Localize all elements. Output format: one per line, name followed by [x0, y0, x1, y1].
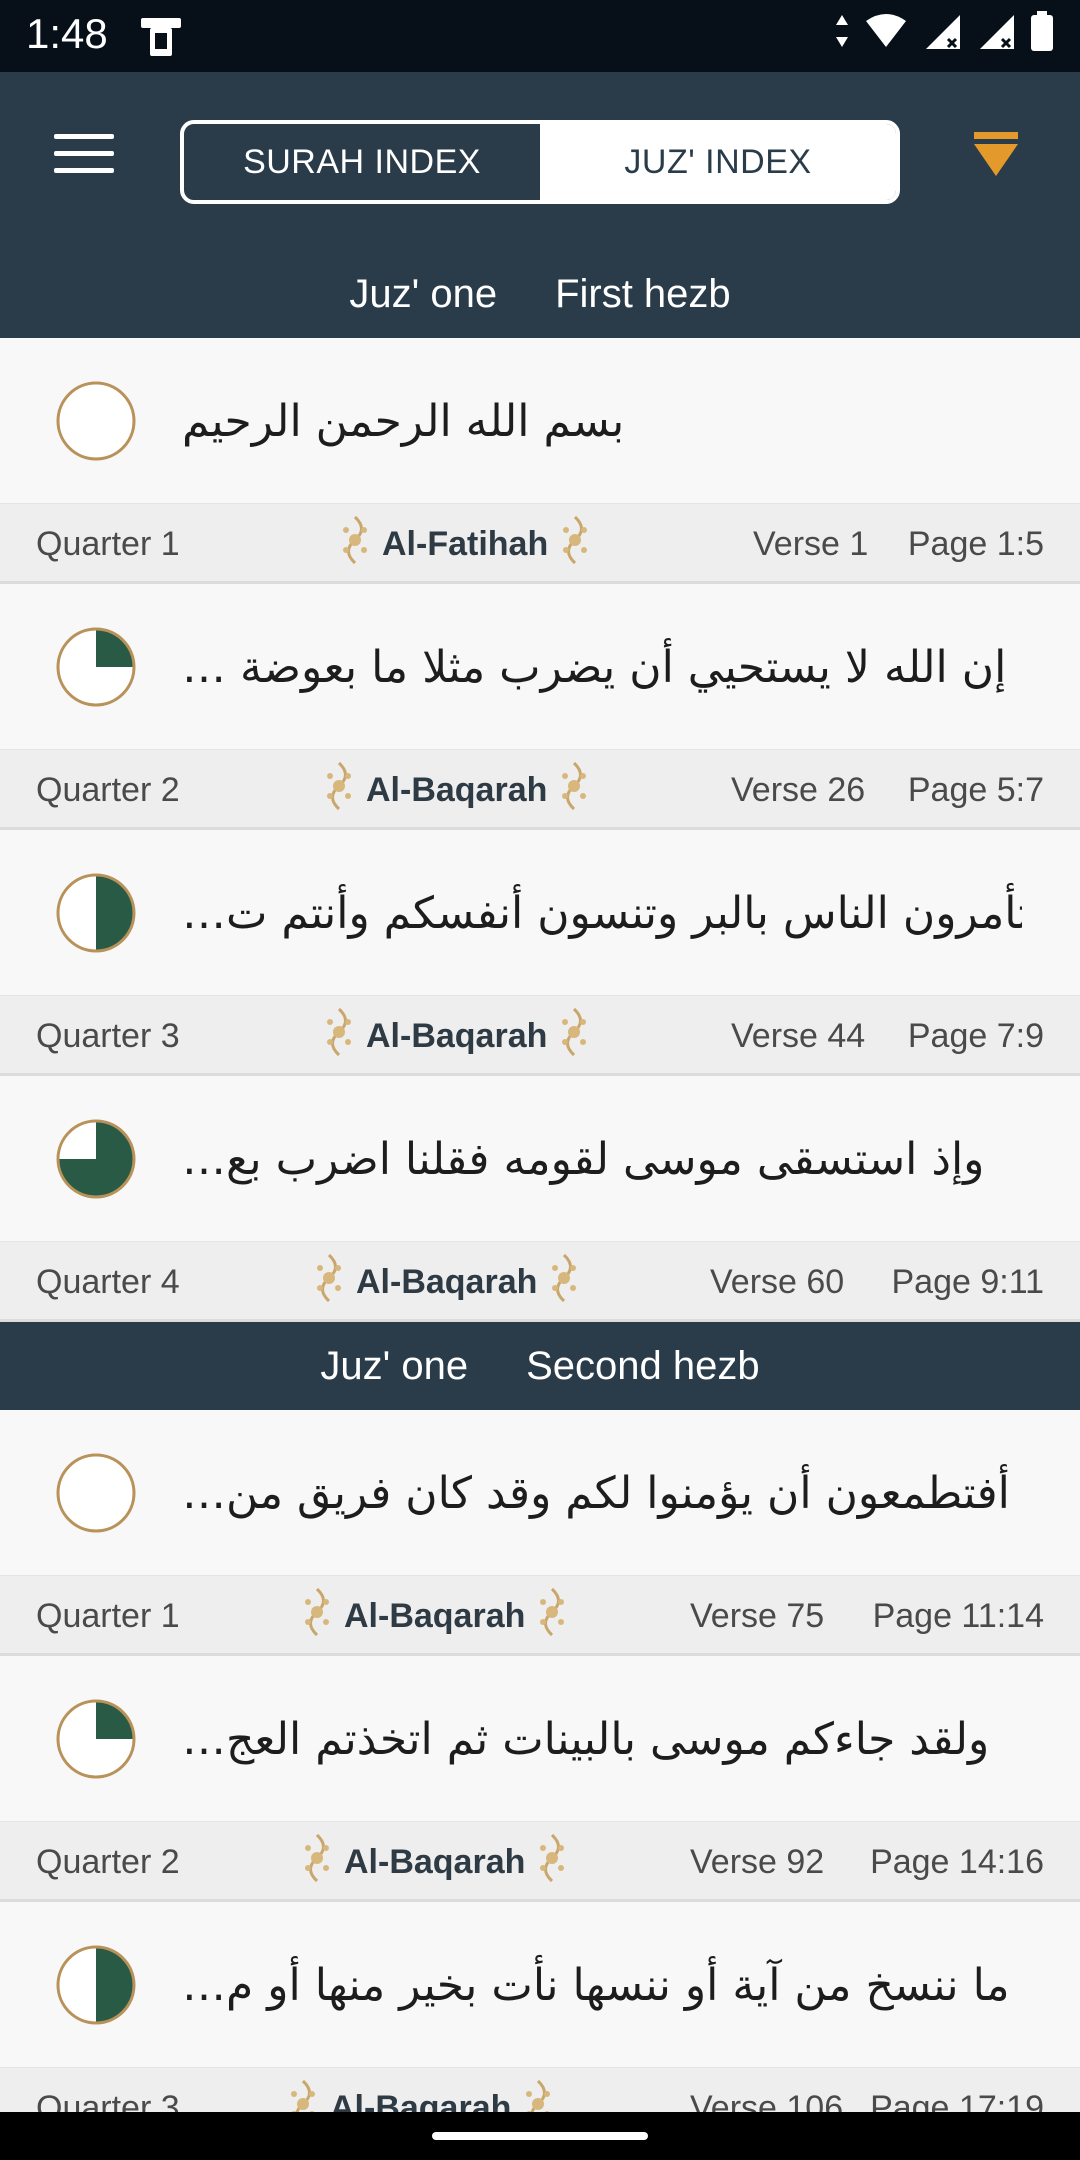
ornament-left-icon [312, 1253, 346, 1312]
status-bar: 1:48 [0, 0, 1080, 72]
navigation-bar [0, 2112, 1080, 2160]
surah-name: Al-Baqarah [300, 1576, 569, 1656]
home-handle[interactable] [432, 2132, 648, 2140]
ornament-left-icon [300, 1587, 334, 1646]
quarter-info-row: Quarter 2 Al-Baqarah Verse 26 Page 5:7 [0, 750, 1080, 830]
juz-label: Juz' one [320, 1343, 469, 1388]
verse-text: إن الله لا يستحيي أن يضرب مثلا ما بعوضة … [182, 641, 1007, 693]
verse-text: وإذ استسقى موسى لقومه فقلنا اضرب بع… [182, 1133, 985, 1185]
surah-label: Al-Baqarah [366, 1016, 548, 1055]
page-range: Page 14:16 [870, 1843, 1044, 1881]
surah-label: Al-Baqarah [344, 1842, 526, 1881]
filter-button[interactable] [972, 130, 1020, 180]
surah-label: Al-Baqarah [344, 1596, 526, 1635]
quarter-row[interactable]: وإذ استسقى موسى لقومه فقلنا اضرب بع… [0, 1076, 1080, 1242]
quarter-info-row: Quarter 3 Al-Baqarah Verse 44 Page 7:9 [0, 996, 1080, 1076]
verse-text: ما ننسخ من آية أو ننسها نأت بخير منها أو… [182, 1959, 1010, 2011]
verse-number: Verse 60 [710, 1263, 845, 1301]
ornament-right-icon [547, 1253, 581, 1312]
quarter-progress-icon [56, 381, 136, 461]
hezb-label: Second hezb [526, 1343, 760, 1388]
surah-name: Al-Baqarah [312, 1242, 581, 1322]
quarter-label: Quarter 3 [36, 1017, 180, 1055]
surah-name: Al-Baqarah [322, 996, 591, 1076]
quarter-row[interactable]: أتأمرون الناس بالبر وتنسون أنفسكم وأنتم … [0, 830, 1080, 996]
surah-name: Al-Baqarah [322, 750, 591, 830]
verse-number: Verse 1 [753, 525, 869, 563]
data-arrows-icon [834, 11, 850, 56]
quarter-label: Quarter 1 [36, 1597, 180, 1635]
quarter-row[interactable]: بسم الله الرحمن الرحيم [0, 338, 1080, 504]
quarter-row[interactable]: إن الله لا يستحيي أن يضرب مثلا ما بعوضة … [0, 584, 1080, 750]
surah-label: Al-Baqarah [366, 770, 548, 809]
filter-icon [974, 132, 1018, 176]
juz-list: Juz' one First hezb بسم الله الرحمن الرح… [0, 250, 1080, 2148]
battery-icon [1030, 10, 1054, 57]
ornament-right-icon [557, 1007, 591, 1066]
section-header: Juz' one First hezb [0, 250, 1080, 338]
verse-number: Verse 44 [731, 1017, 866, 1055]
section-header: Juz' one Second hezb [0, 1322, 1080, 1410]
tab-juz-index[interactable]: JUZ' INDEX [540, 124, 896, 200]
quarter-progress-icon [56, 1699, 136, 1779]
status-time: 1:48 [26, 10, 108, 57]
quarter-progress-icon [56, 1945, 136, 2025]
quarter-row[interactable]: أفتطمعون أن يؤمنوا لكم وقد كان فريق من… [0, 1410, 1080, 1576]
ornament-left-icon [338, 515, 372, 574]
wifi-icon [864, 11, 908, 56]
quarter-progress-icon [56, 627, 136, 707]
tab-surah-index[interactable]: SURAH INDEX [184, 124, 540, 200]
page-range: Page 5:7 [907, 771, 1044, 809]
hezb-label: First hezb [555, 271, 731, 316]
surah-label: Al-Baqarah [356, 1262, 538, 1301]
quarter-label: Quarter 4 [36, 1263, 180, 1301]
signal-1-icon [922, 11, 962, 56]
status-icons [834, 10, 1054, 57]
verse-text: بسم الله الرحمن الرحيم [182, 395, 625, 447]
menu-icon [54, 134, 114, 173]
ornament-right-icon [535, 1587, 569, 1646]
ornament-right-icon [558, 515, 592, 574]
ornament-right-icon [557, 761, 591, 820]
surah-label: Al-Fatihah [382, 524, 549, 563]
ornament-left-icon [322, 1007, 356, 1066]
verse-number: Verse 75 [690, 1597, 825, 1635]
verse-text: أتأمرون الناس بالبر وتنسون أنفسكم وأنتم … [182, 887, 1022, 939]
quarter-label: Quarter 1 [36, 525, 180, 563]
quarter-info-row: Quarter 1 Al-Baqarah Verse 75 Page 11:14 [0, 1576, 1080, 1656]
ornament-right-icon [535, 1833, 569, 1892]
page-range: Page 1:5 [907, 525, 1044, 563]
page-range: Page 11:14 [872, 1597, 1044, 1635]
quarter-info-row: Quarter 2 Al-Baqarah Verse 92 Page 14:16 [0, 1822, 1080, 1902]
quarter-info-row: Quarter 1 Al-Fatihah Verse 1 Page 1:5 [0, 504, 1080, 584]
quarter-row[interactable]: ولقد جاءكم موسى بالبينات ثم اتخذتم العج… [0, 1656, 1080, 1822]
app-bar: SURAH INDEX JUZ' INDEX [0, 72, 1080, 250]
quarter-row[interactable]: ما ننسخ من آية أو ننسها نأت بخير منها أو… [0, 1902, 1080, 2068]
quarter-progress-icon [56, 1453, 136, 1533]
index-tab-switcher: SURAH INDEX JUZ' INDEX [180, 120, 900, 204]
screen: 1:48 SURAH INDEX JUZ' INDEX Juz' one Fir… [0, 0, 1080, 2160]
signal-2-icon [976, 11, 1016, 56]
ornament-left-icon [322, 761, 356, 820]
quarter-label: Quarter 2 [36, 1843, 180, 1881]
device-notification-icon [138, 14, 184, 63]
quarter-info-row: Quarter 4 Al-Baqarah Verse 60 Page 9:11 [0, 1242, 1080, 1322]
verse-text: ولقد جاءكم موسى بالبينات ثم اتخذتم العج… [182, 1713, 990, 1765]
surah-name: Al-Baqarah [300, 1822, 569, 1902]
menu-button[interactable] [54, 134, 114, 180]
quarter-progress-icon [56, 1119, 136, 1199]
verse-number: Verse 26 [731, 771, 866, 809]
page-range: Page 9:11 [891, 1263, 1044, 1301]
verse-text: أفتطمعون أن يؤمنوا لكم وقد كان فريق من… [182, 1467, 1010, 1519]
page-range: Page 7:9 [907, 1017, 1044, 1055]
quarter-label: Quarter 2 [36, 771, 180, 809]
surah-name: Al-Fatihah [338, 504, 592, 584]
quarter-progress-icon [56, 873, 136, 953]
verse-number: Verse 92 [690, 1843, 825, 1881]
juz-label: Juz' one [349, 271, 498, 316]
ornament-left-icon [300, 1833, 334, 1892]
